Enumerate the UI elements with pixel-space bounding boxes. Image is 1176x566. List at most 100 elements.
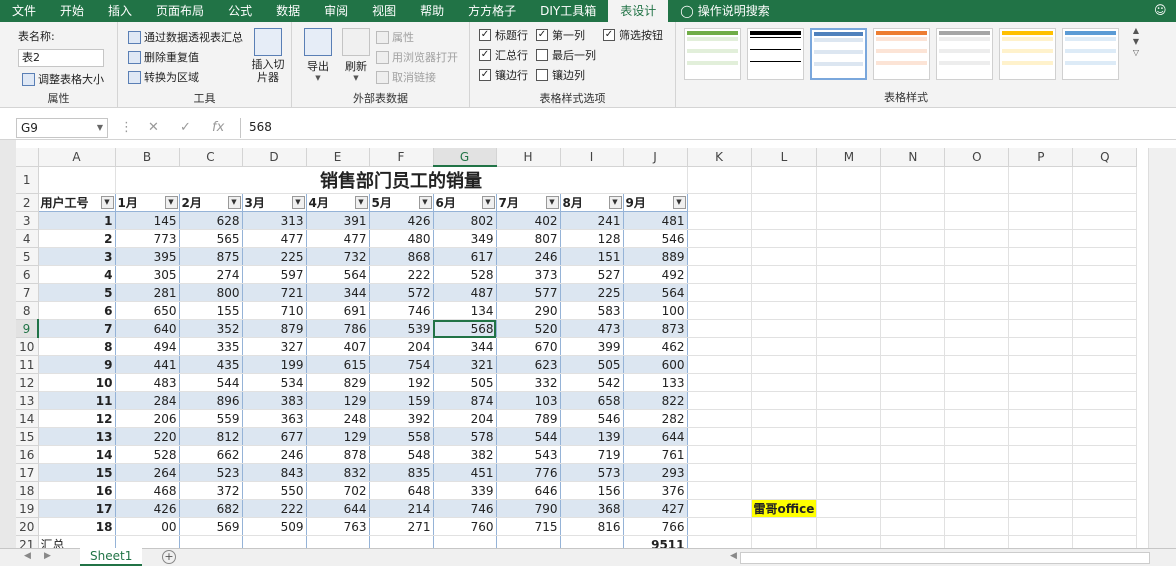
cell[interactable] [944,193,1010,212]
cell[interactable] [944,229,1010,248]
cell[interactable] [1008,247,1074,266]
table-style-navy[interactable] [1062,28,1119,80]
sales-cell[interactable]: 878 [306,445,370,464]
tab-page-layout[interactable]: 页面布局 [144,0,216,22]
function-icon[interactable]: fx [212,120,224,135]
cell[interactable] [1072,391,1138,410]
sales-cell[interactable]: 569 [179,517,243,536]
sales-cell[interactable]: 773 [115,229,180,248]
employee-id-cell[interactable]: 15 [38,463,116,482]
cell[interactable] [816,535,882,548]
cell[interactable] [1072,319,1138,338]
sheet-tab[interactable]: Sheet1 [80,548,143,566]
cell[interactable] [816,193,882,212]
row-header[interactable]: 20 [16,517,39,536]
sales-cell[interactable]: 477 [242,229,307,248]
row-header[interactable]: 13 [16,391,39,410]
sales-cell[interactable]: 134 [433,301,497,320]
tab-view[interactable]: 视图 [360,0,408,22]
total-row-checkbox[interactable]: ✓ 汇总行 [479,47,528,63]
column-header[interactable]: M [816,148,882,167]
table-name-input[interactable]: 表2 [18,49,104,67]
cell[interactable] [816,409,882,428]
sales-cell[interactable]: 662 [179,445,243,464]
open-in-browser-button[interactable]: 用浏览器打开 [376,49,458,65]
column-header[interactable]: E [306,148,370,167]
tab-table-design[interactable]: 表设计 [608,0,669,22]
sales-cell[interactable]: 462 [623,337,688,356]
column-header[interactable]: G [433,148,497,167]
sales-cell[interactable]: 129 [306,427,370,446]
cell[interactable] [687,409,752,428]
row-header[interactable]: 1 [16,166,39,194]
cell[interactable] [816,463,882,482]
employee-id-cell[interactable]: 4 [38,265,116,284]
sales-cell[interactable]: 715 [496,517,561,536]
row-header[interactable]: 18 [16,481,39,500]
sales-cell[interactable]: 746 [433,499,497,518]
cell[interactable] [751,517,818,536]
column-header[interactable]: F [369,148,434,167]
sales-cell[interactable]: 368 [560,499,624,518]
sales-cell[interactable]: 151 [560,247,624,266]
cell[interactable] [816,517,882,536]
cell[interactable] [433,535,497,548]
sales-cell[interactable]: 544 [179,373,243,392]
row-header[interactable]: 7 [16,283,39,302]
column-header[interactable]: N [880,148,946,167]
note-cell[interactable]: 雷哥office [751,499,818,518]
cell[interactable] [1008,229,1074,248]
sales-cell[interactable]: 763 [306,517,370,536]
sales-cell[interactable]: 523 [179,463,243,482]
sales-cell[interactable]: 222 [369,265,434,284]
cell[interactable] [1008,535,1074,548]
row-header[interactable]: 17 [16,463,39,482]
sales-cell[interactable]: 492 [623,265,688,284]
cell[interactable] [1008,391,1074,410]
cell[interactable] [1072,427,1138,446]
sales-cell[interactable]: 246 [496,247,561,266]
cell[interactable] [880,355,946,374]
cell[interactable] [880,283,946,302]
cell[interactable] [880,391,946,410]
cell[interactable] [944,355,1010,374]
cell[interactable] [1072,445,1138,464]
sales-cell[interactable]: 542 [560,373,624,392]
cell[interactable] [751,391,818,410]
cell[interactable] [944,391,1010,410]
cell[interactable] [1008,481,1074,500]
sales-cell[interactable]: 889 [623,247,688,266]
prev-sheet-icon[interactable]: ◀ [24,551,31,561]
table-header-cell[interactable]: 4月 ▼ [306,193,370,212]
cell[interactable] [944,481,1010,500]
cell[interactable] [880,445,946,464]
sales-cell[interactable]: 129 [306,391,370,410]
column-header[interactable]: D [242,148,307,167]
pivot-summary-button[interactable]: 通过数据透视表汇总 [128,29,243,45]
resize-table-button[interactable]: 调整表格大小 [22,71,104,87]
employee-id-cell[interactable]: 11 [38,391,116,410]
sales-cell[interactable]: 426 [369,211,434,230]
column-header[interactable]: H [496,148,561,167]
row-header[interactable]: 9 [16,319,39,338]
column-header[interactable]: P [1008,148,1074,167]
chevron-down-icon[interactable]: ▼ [1130,37,1142,46]
sales-cell[interactable]: 583 [560,301,624,320]
sales-cell[interactable]: 520 [496,319,561,338]
cell[interactable] [1008,301,1074,320]
sales-cell[interactable]: 896 [179,391,243,410]
sales-cell[interactable]: 376 [623,481,688,500]
table-header-cell[interactable]: 3月 ▼ [242,193,307,212]
table-style-gold[interactable] [999,28,1056,80]
cell[interactable] [880,211,946,230]
cell[interactable] [306,535,370,548]
filter-dropdown-icon[interactable]: ▼ [418,196,432,209]
cell[interactable] [816,247,882,266]
cell[interactable] [1008,427,1074,446]
sales-cell[interactable]: 313 [242,211,307,230]
cell[interactable] [1072,337,1138,356]
cell[interactable] [1072,481,1138,500]
sales-cell[interactable]: 128 [560,229,624,248]
cell[interactable] [687,211,752,230]
sales-cell[interactable]: 802 [433,211,497,230]
